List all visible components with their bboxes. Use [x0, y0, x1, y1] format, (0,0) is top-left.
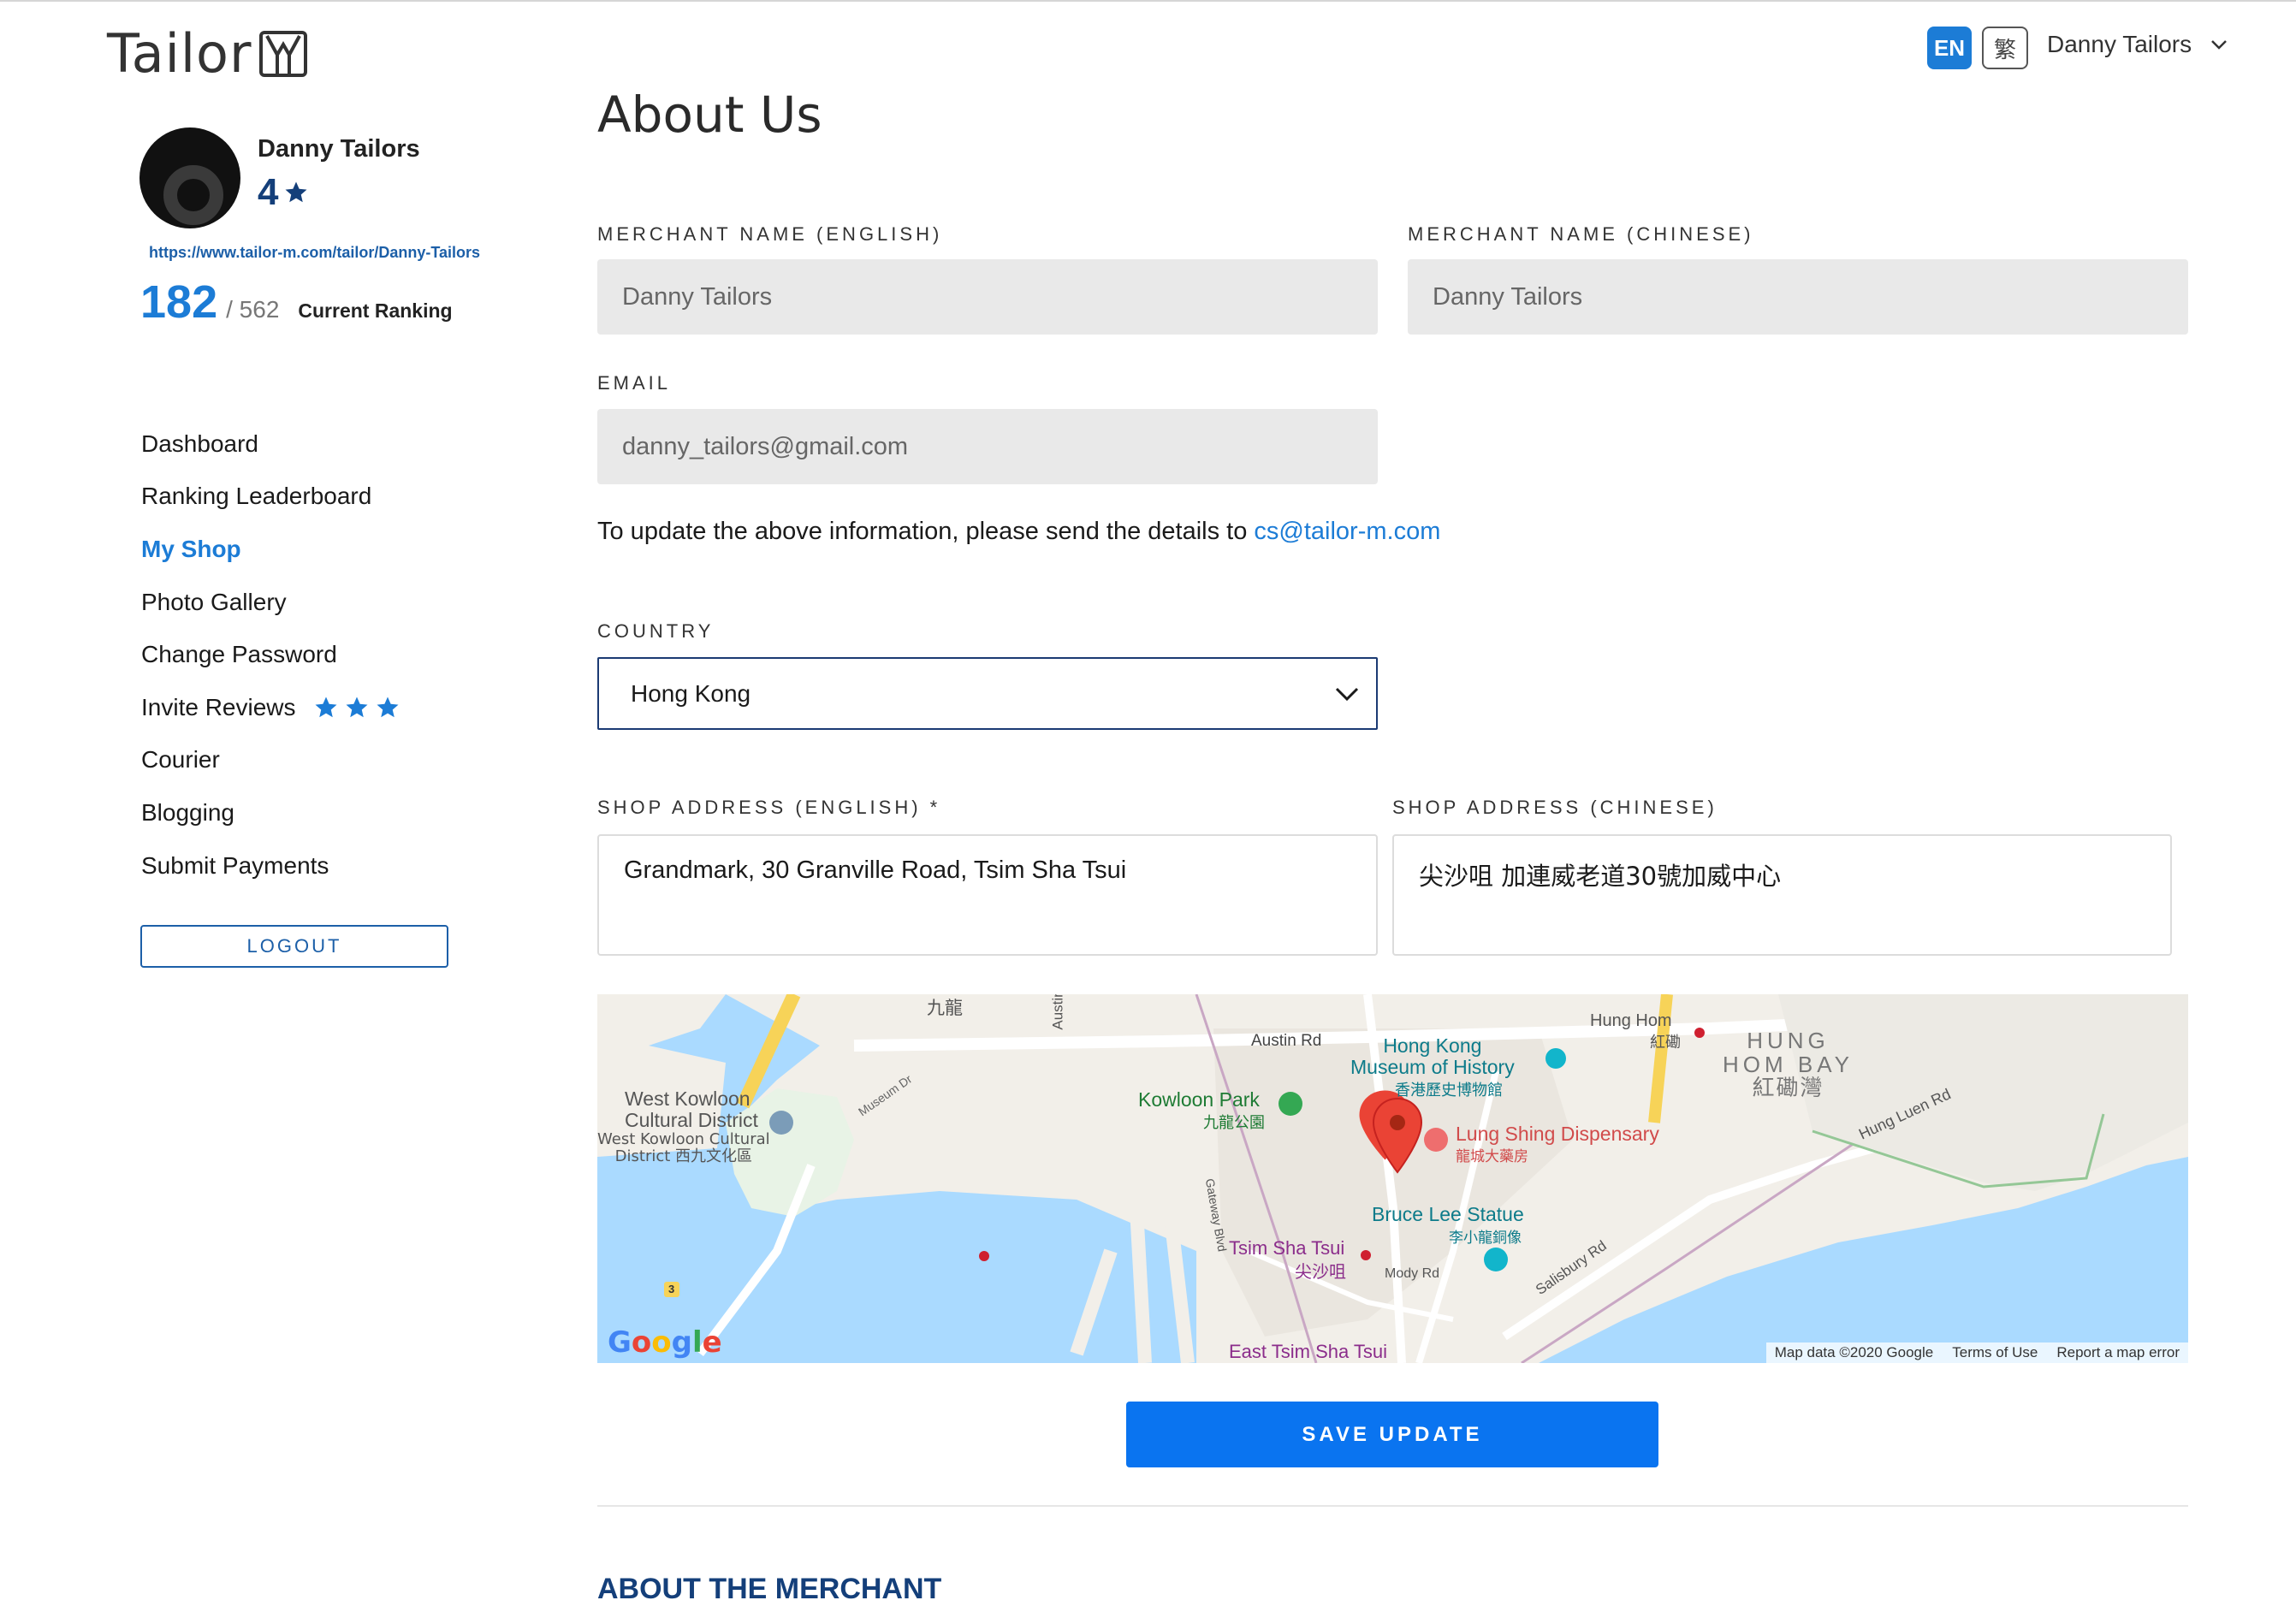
map-terms-link[interactable]: Terms of Use	[1952, 1344, 2038, 1361]
top-border	[0, 0, 2296, 2]
update-info-message: To update the above information, please …	[597, 518, 1255, 545]
logo-text: Tailor	[107, 22, 252, 85]
map-label: Austin	[1049, 994, 1066, 1030]
support-email-link[interactable]: cs@tailor-m.com	[1254, 518, 1440, 545]
invite-stars	[313, 695, 400, 720]
route-badge: 3	[668, 1283, 675, 1295]
profile-name: Danny Tailors	[258, 135, 420, 163]
map-label-line: Hong Kong	[1383, 1034, 1482, 1057]
map-label: Bruce Lee Statue	[1372, 1203, 1524, 1225]
map-label: 九龍	[927, 998, 963, 1018]
map-label-line: HOM BAY	[1723, 1052, 1854, 1077]
google-logo-letter: o	[631, 1325, 652, 1360]
sidebar-item-courier[interactable]: Courier	[141, 734, 400, 787]
lang-zh-button[interactable]: 繁	[1982, 27, 2028, 69]
google-logo-letter: G	[608, 1325, 632, 1360]
shop-location-map[interactable]: 九龍 Austin Austin Rd West Kowloon Cultura…	[597, 994, 2188, 1363]
sidebar-item-blogging[interactable]: Blogging	[141, 786, 400, 839]
star-icon	[377, 696, 399, 718]
star-icon	[285, 181, 307, 203]
save-update-button[interactable]: SAVE UPDATE	[1126, 1402, 1658, 1467]
sidebar-item-ranking-leaderboard[interactable]: Ranking Leaderboard	[141, 471, 400, 524]
map-label: Hung Hom	[1590, 1011, 1672, 1030]
map-label: Mody Rd	[1385, 1266, 1440, 1281]
map-label: 龍城大藥房	[1456, 1148, 1528, 1165]
map-label: Lung Shing Dispensary	[1456, 1123, 1659, 1145]
merchant-name-zh-label: MERCHANT NAME (CHINESE)	[1408, 223, 1754, 245]
map-label: East Tsim Sha Tsui	[1229, 1341, 1388, 1362]
chevron-down-icon	[1335, 687, 1359, 701]
map-label: Hong Kong Museum of History	[1350, 1035, 1515, 1078]
map-label: Tsim Sha Tsui	[1229, 1237, 1345, 1259]
country-select[interactable]: Hong Kong	[597, 657, 1378, 730]
chevron-down-icon	[2211, 40, 2228, 50]
ranking: 182 / 562 Current Ranking	[140, 276, 453, 329]
sidebar-item-label: Invite Reviews	[141, 693, 296, 720]
rating-value: 4	[258, 171, 279, 213]
rank-number: 182	[140, 276, 218, 328]
email-field: danny_tailors@gmail.com	[597, 409, 1378, 484]
sidebar-item-invite-reviews[interactable]: Invite Reviews	[141, 681, 400, 734]
map-label: 紅磡	[1650, 1034, 1681, 1052]
profile-rating: 4	[258, 171, 309, 214]
sidebar-nav: Dashboard Ranking Leaderboard My Shop Ph…	[141, 418, 400, 892]
map-label: 九龍公園	[1203, 1114, 1265, 1132]
update-info-text: To update the above information, please …	[597, 518, 1440, 546]
map-label-line: West Kowloon Cultural	[597, 1130, 770, 1148]
user-menu[interactable]: Danny Tailors	[2047, 31, 2228, 58]
map-label-line: West Kowloon	[625, 1088, 751, 1110]
address-zh-label: SHOP ADDRESS (CHINESE)	[1392, 797, 1718, 818]
map-label: West Kowloon Cultural District 西九文化區	[597, 1131, 770, 1165]
sidebar-item-my-shop[interactable]: My Shop	[141, 523, 400, 576]
merchant-name-en-field: Danny Tailors	[597, 259, 1378, 335]
sidebar-item-submit-payments[interactable]: Submit Payments	[141, 839, 400, 892]
page-title: About Us	[597, 86, 822, 144]
map-label: HUNG HOM BAY 紅磡灣	[1723, 1028, 1854, 1100]
map-label-line: District 西九文化區	[614, 1147, 753, 1165]
address-zh-textarea[interactable]: 尖沙咀 加連威老道30號加威中心	[1392, 834, 2172, 956]
location-pin-icon	[1372, 1097, 1423, 1174]
google-logo-letter: g	[671, 1325, 692, 1360]
user-menu-name: Danny Tailors	[2047, 31, 2192, 57]
sidebar-item-dashboard[interactable]: Dashboard	[141, 418, 400, 471]
map-label-line: Cultural District	[625, 1109, 758, 1131]
rank-label: Current Ranking	[298, 299, 453, 322]
map-label: Austin Rd	[1251, 1032, 1322, 1050]
merchant-name-zh-field: Danny Tailors	[1408, 259, 2188, 335]
logout-button[interactable]: LOGOUT	[140, 925, 448, 968]
map-label: 香港歷史博物館	[1395, 1082, 1503, 1099]
map-report-link[interactable]: Report a map error	[2056, 1344, 2180, 1361]
country-label: COUNTRY	[597, 620, 715, 642]
section-divider	[597, 1505, 2188, 1507]
suit-jacket-icon	[259, 30, 308, 77]
google-logo: Google	[608, 1325, 722, 1360]
map-label: 李小龍銅像	[1449, 1230, 1522, 1247]
country-select-value: Hong Kong	[631, 679, 751, 707]
address-en-textarea[interactable]: Grandmark, 30 Granville Road, Tsim Sha T…	[597, 834, 1378, 956]
map-attribution: Map data ©2020 Google Terms of Use Repor…	[1765, 1342, 2188, 1363]
google-logo-letter: o	[651, 1325, 672, 1360]
map-label-line: 紅磡灣	[1752, 1076, 1824, 1101]
sidebar-item-change-password[interactable]: Change Password	[141, 628, 400, 681]
google-logo-letter: l	[691, 1325, 703, 1360]
map-label: West Kowloon Cultural District	[625, 1088, 758, 1131]
about-merchant-heading: ABOUT THE MERCHANT	[597, 1573, 942, 1605]
map-label: Kowloon Park	[1138, 1088, 1260, 1111]
address-en-label: SHOP ADDRESS (ENGLISH) *	[597, 797, 941, 818]
google-logo-letter: e	[702, 1325, 722, 1360]
map-label: 尖沙咀	[1295, 1261, 1346, 1282]
sidebar-item-photo-gallery[interactable]: Photo Gallery	[141, 576, 400, 629]
map-label-line: HUNG	[1747, 1028, 1830, 1053]
star-icon	[346, 696, 368, 718]
merchant-name-en-label: MERCHANT NAME (ENGLISH)	[597, 223, 943, 245]
map-label-line: Museum of History	[1350, 1056, 1515, 1078]
email-label: EMAIL	[597, 372, 672, 394]
star-icon	[315, 696, 337, 718]
map-data-credit: Map data ©2020 Google	[1774, 1344, 1934, 1360]
profile-url-link[interactable]: https://www.tailor-m.com/tailor/Danny-Ta…	[149, 244, 480, 262]
tailor-logo[interactable]: Tailor	[107, 22, 308, 85]
avatar	[139, 127, 240, 228]
rank-total: / 562	[226, 296, 280, 323]
lang-en-button[interactable]: EN	[1927, 27, 1972, 69]
